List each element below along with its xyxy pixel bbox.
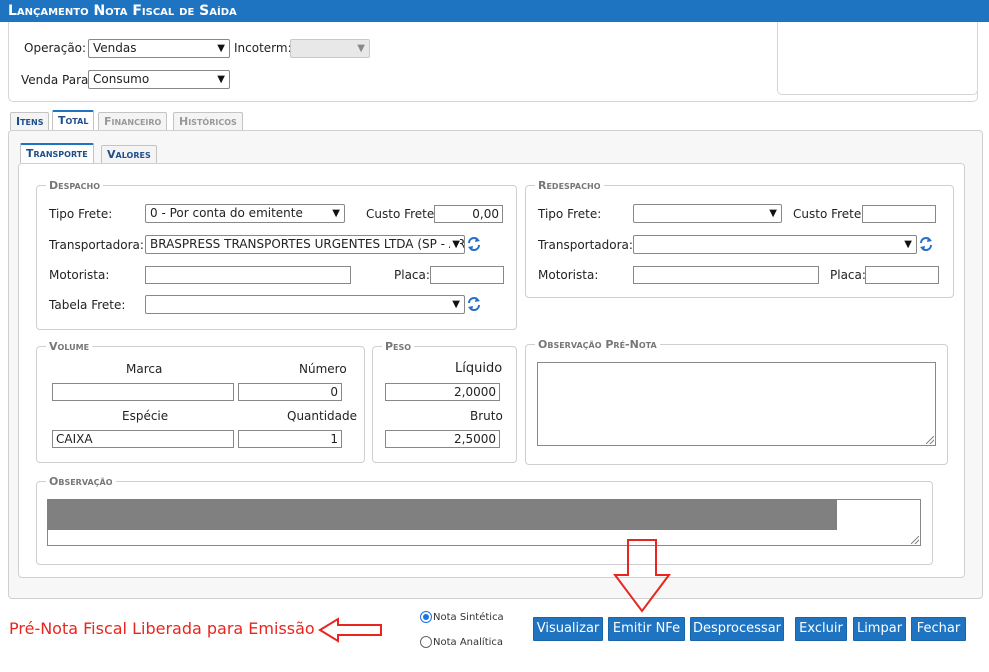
radio-nota-sintetica[interactable] xyxy=(420,611,432,623)
operacao-select[interactable]: Vendas ▼ xyxy=(88,39,230,58)
despacho-transportadora-value: BRASPRESS TRANSPORTES URGENTES LTDA (SP … xyxy=(150,237,465,251)
venda-para-value: Consumo xyxy=(93,72,150,86)
radio-nota-analitica-label: Nota Analítica xyxy=(433,637,504,648)
numero-label: Número xyxy=(299,362,347,376)
annotation-left-arrow-icon xyxy=(318,617,382,643)
chevron-down-icon: ▼ xyxy=(217,43,225,54)
quantidade-input[interactable]: 1 xyxy=(238,430,342,448)
incoterm-select[interactable]: ▼ xyxy=(290,39,370,58)
chevron-down-icon: ▼ xyxy=(217,74,225,85)
venda-para-label: Venda Para: xyxy=(21,73,93,87)
redespacho-transportadora-select[interactable]: ▼ xyxy=(633,235,917,254)
header-side-box xyxy=(777,22,978,95)
redespacho-custo-frete-label: Custo Frete: xyxy=(793,207,866,221)
radio-nota-analitica[interactable] xyxy=(420,636,432,648)
observacao-legend: Observação xyxy=(46,476,116,488)
refresh-redespacho-transportadora-icon[interactable] xyxy=(919,236,933,252)
desprocessar-button[interactable]: Desprocessar xyxy=(690,617,784,641)
status-text: Pré-Nota Fiscal Liberada para Emissão xyxy=(9,619,315,638)
observacao-pre-nota-textarea[interactable] xyxy=(537,362,936,446)
chevron-down-icon: ▼ xyxy=(357,43,365,54)
fechar-button[interactable]: Fechar xyxy=(911,617,966,641)
numero-input[interactable]: 0 xyxy=(238,383,342,401)
redespacho-tipo-frete-label: Tipo Frete: xyxy=(538,207,602,221)
operacao-label: Operação: xyxy=(24,41,87,55)
incoterm-label: Incoterm: xyxy=(234,41,292,55)
volume-legend: Volume xyxy=(46,341,93,353)
motorista-label: Motorista: xyxy=(49,268,110,282)
resize-handle-icon[interactable] xyxy=(926,436,934,444)
despacho-placa-input[interactable] xyxy=(430,266,504,284)
refresh-tabela-frete-icon[interactable] xyxy=(467,296,481,312)
transportadora-label: Transportadora: xyxy=(49,238,144,252)
subtab-transporte[interactable]: Transporte xyxy=(20,143,94,163)
redespacho-placa-input[interactable] xyxy=(865,266,939,284)
redespacho-motorista-label: Motorista: xyxy=(538,268,599,282)
observacao-pre-nota-legend: Observação Pré-Nota xyxy=(535,339,660,351)
peso-legend: Peso xyxy=(382,341,415,353)
despacho-legend: Despacho xyxy=(46,180,104,192)
tipo-frete-label: Tipo Frete: xyxy=(49,207,113,221)
redacted-block xyxy=(47,499,837,530)
redespacho-tipo-frete-select[interactable]: ▼ xyxy=(633,204,782,223)
quantidade-label: Quantidade xyxy=(287,409,358,423)
tab-historicos[interactable]: Históricos xyxy=(173,112,243,130)
visualizar-button[interactable]: Visualizar xyxy=(533,617,603,641)
venda-para-select[interactable]: Consumo ▼ xyxy=(88,70,230,89)
especie-label: Espécie xyxy=(122,409,169,423)
placa-label: Placa: xyxy=(394,268,430,282)
resize-handle-icon[interactable] xyxy=(911,536,919,544)
window-title: Lançamento Nota Fiscal de Saída xyxy=(0,0,989,22)
excluir-button[interactable]: Excluir xyxy=(795,617,847,641)
tab-financeiro[interactable]: Financeiro xyxy=(98,112,168,130)
operacao-value: Vendas xyxy=(93,41,137,55)
redespacho-placa-label: Placa: xyxy=(830,268,866,282)
redespacho-transportadora-label: Transportadora: xyxy=(538,238,633,252)
despacho-transportadora-select[interactable]: BRASPRESS TRANSPORTES URGENTES LTDA (SP … xyxy=(145,235,465,254)
marca-label: Marca xyxy=(126,362,163,376)
subtab-valores[interactable]: Valores xyxy=(101,145,157,163)
marca-input[interactable] xyxy=(52,383,234,401)
chevron-down-icon: ▼ xyxy=(904,239,912,250)
chevron-down-icon: ▼ xyxy=(332,208,340,219)
annotation-down-arrow-icon xyxy=(613,539,671,613)
redespacho-custo-frete-input[interactable] xyxy=(862,205,936,223)
peso-bruto-input[interactable]: 2,5000 xyxy=(385,430,500,448)
despacho-tipo-frete-value: 0 - Por conta do emitente xyxy=(150,206,303,220)
radio-nota-sintetica-label: Nota Sintética xyxy=(433,612,504,623)
despacho-tabela-frete-select[interactable]: ▼ xyxy=(145,295,465,314)
peso-liquido-input[interactable]: 2,0000 xyxy=(385,383,500,401)
redespacho-motorista-input[interactable] xyxy=(633,266,819,284)
despacho-custo-frete-input[interactable]: 0,00 xyxy=(434,205,503,223)
tab-total[interactable]: Total xyxy=(52,110,95,130)
liquido-label: Líquido xyxy=(455,361,503,376)
emitir-nfe-button[interactable]: Emitir NFe xyxy=(608,617,685,641)
custo-frete-label: Custo Frete: xyxy=(366,207,439,221)
bruto-label: Bruto xyxy=(470,409,503,423)
chevron-down-icon: ▼ xyxy=(769,208,777,219)
limpar-button[interactable]: Limpar xyxy=(853,617,906,641)
tab-itens[interactable]: Itens xyxy=(10,112,50,130)
tabela-frete-label: Tabela Frete: xyxy=(49,298,126,312)
especie-input[interactable]: CAIXA xyxy=(52,430,234,448)
refresh-transportadora-icon[interactable] xyxy=(467,236,481,252)
chevron-down-icon: ▼ xyxy=(450,236,460,253)
despacho-motorista-input[interactable] xyxy=(145,266,351,284)
despacho-tipo-frete-select[interactable]: 0 - Por conta do emitente ▼ xyxy=(145,204,345,223)
chevron-down-icon: ▼ xyxy=(452,299,460,310)
redespacho-legend: Redespacho xyxy=(535,180,604,192)
